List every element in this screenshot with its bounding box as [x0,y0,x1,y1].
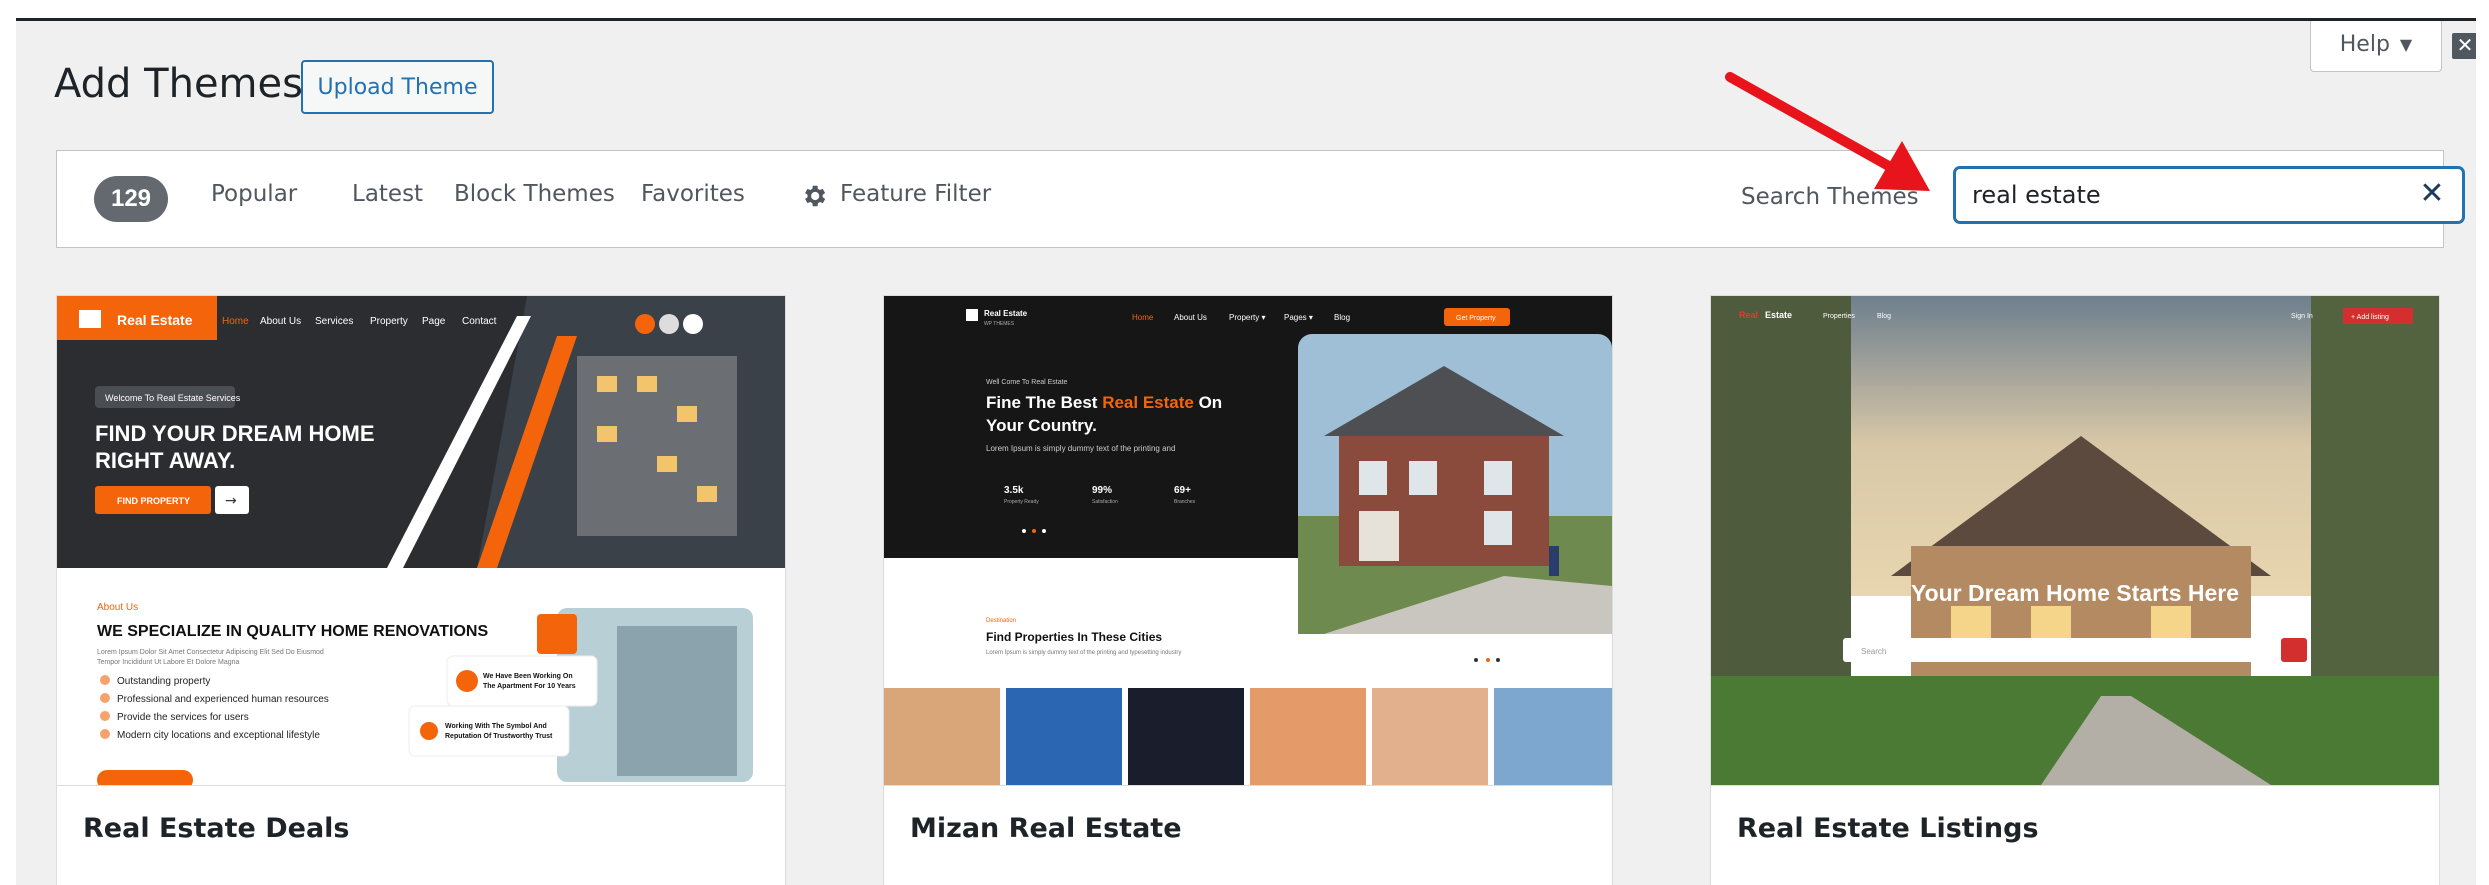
preview-about-text: Tempor Incididunt Ut Labore Et Dolore Ma… [97,659,240,666]
close-icon[interactable]: ✕ [2452,33,2476,59]
preview-logo-sub: WP THEMES [984,321,1015,327]
preview-about-title: WE SPECIALIZE IN QUALITY HOME RENOVATION… [97,623,488,640]
tab-favorites[interactable]: Favorites [641,181,745,207]
preview-stat-value: 99% [1092,485,1112,496]
preview-nav-item: Page [422,316,446,327]
gear-icon[interactable] [800,182,828,210]
preview-nav-item: Contact [462,316,497,327]
theme-name[interactable]: Real Estate Deals [83,813,350,844]
preview-hero: Your Dream Home Starts Here [1911,580,2239,606]
preview-nav-button: Get Property [1456,315,1496,322]
preview-cta: FIND PROPERTY [117,496,190,506]
preview-nav-item: About Us [1174,313,1207,322]
preview-bullet: Provide the services for users [117,712,249,723]
add-themes-screen: Add Themes Upload Theme Help ▼ ✕ 129 Pop… [16,18,2476,885]
preview-stat-label: Branches [1174,499,1196,505]
preview-nav-item: Services [315,316,353,327]
preview-hero-text: Lorem Ipsum is simply dummy text of the … [986,444,1175,453]
preview-hero-line2: RIGHT AWAY. [95,448,235,473]
theme-screenshot[interactable]: Real Estate Properties Blog Sign In + Ad… [1711,296,2439,785]
preview-stat-label: Property Ready [1004,499,1039,505]
preview-logo-b: Estate [1765,310,1792,320]
preview-bullet: Modern city locations and exceptional li… [117,730,320,741]
preview-bullet: Outstanding property [117,676,210,687]
preview-welcome: Welcome To Real Estate Services [105,393,241,403]
theme-name[interactable]: Mizan Real Estate [910,813,1182,844]
preview-dest-title: Find Properties In These Cities [986,630,1162,644]
preview-nav-item: Blog [1877,313,1891,320]
preview-dest-tag: Destination [986,618,1016,624]
preview-nav-item: Home [222,316,249,327]
help-tab[interactable]: Help ▼ [2310,21,2442,72]
theme-card-real-estate-deals[interactable]: Real Estate Home About Us Services Prope… [56,295,786,885]
preview-stat-value: 3.5k [1004,485,1024,496]
theme-name[interactable]: Real Estate Listings [1737,813,2039,844]
preview-logo-a: Real [1739,310,1758,320]
preview-hero-line2: Your Country. [986,416,1097,435]
page-title: Add Themes [54,61,303,107]
help-label: Help [2339,32,2390,57]
preview-nav-item: Pages ▾ [1284,313,1313,322]
svg-text:→: → [225,493,237,509]
upload-theme-button[interactable]: Upload Theme [301,60,494,114]
tab-latest[interactable]: Latest [352,181,423,207]
preview-nav-item: Blog [1334,313,1350,322]
theme-card-mizan-real-estate[interactable]: Real Estate WP THEMES Home About Us Prop… [883,295,1613,885]
preview-badge: The Apartment For 10 Years [483,683,576,690]
preview-dest-text: Lorem Ipsum is simply dummy text of the … [986,650,1181,656]
theme-count-badge: 129 [94,176,168,222]
preview-search-placeholder: Search [1861,647,1886,656]
preview-signin: Sign In [2291,313,2313,320]
preview-about-tag: About Us [97,602,138,613]
theme-screenshot[interactable]: Real Estate WP THEMES Home About Us Prop… [884,296,1612,785]
preview-stat-label: Satisfaction [1092,499,1118,505]
preview-welcome: Well Come To Real Estate [986,379,1068,386]
preview-about-text: Lorem Ipsum Dolor Sit Amet Consectetur A… [97,649,324,656]
tab-block-themes[interactable]: Block Themes [454,181,615,207]
mizan-real-estate-preview: Real Estate WP THEMES Home About Us Prop… [884,296,1612,785]
preview-hero-line1: FIND YOUR DREAM HOME [95,421,375,446]
filter-bar: 129 Popular Latest Block Themes Favorite… [56,150,2464,248]
preview-nav-item: Home [1132,313,1154,322]
real-estate-deals-preview: Real Estate Home About Us Services Prope… [57,296,785,785]
preview-badge: Working With The Symbol And [445,723,547,730]
preview-nav-item: Property [370,316,408,327]
preview-add-listing: + Add listing [2351,314,2389,321]
preview-hero-line1: Fine The Best Real Estate On [986,393,1222,412]
preview-nav-item: About Us [260,316,301,327]
preview-bullet: Professional and experienced human resou… [117,694,329,705]
real-estate-listings-preview: Real Estate Properties Blog Sign In + Ad… [1711,296,2439,785]
theme-screenshot[interactable]: Real Estate Home About Us Services Prope… [57,296,785,785]
preview-badge: Reputation Of Trustworthy Trust [445,733,553,740]
caret-down-icon: ▼ [2399,35,2413,54]
annotation-arrow-icon [1725,72,1930,191]
preview-stat-value: 69+ [1174,485,1191,496]
preview-logo: Real Estate [984,309,1028,318]
preview-nav-item: Property ▾ [1229,313,1265,322]
preview-badge: We Have Been Working On [483,673,573,680]
preview-nav-item: Properties [1823,313,1855,320]
tab-popular[interactable]: Popular [211,181,297,207]
feature-filter-link[interactable]: Feature Filter [840,181,991,207]
theme-card-real-estate-listings[interactable]: Real Estate Properties Blog Sign In + Ad… [1710,295,2440,885]
preview-logo: Real Estate [117,312,193,328]
clear-search-icon[interactable]: ✕ [2414,176,2450,212]
search-themes-input[interactable] [1954,167,2464,223]
